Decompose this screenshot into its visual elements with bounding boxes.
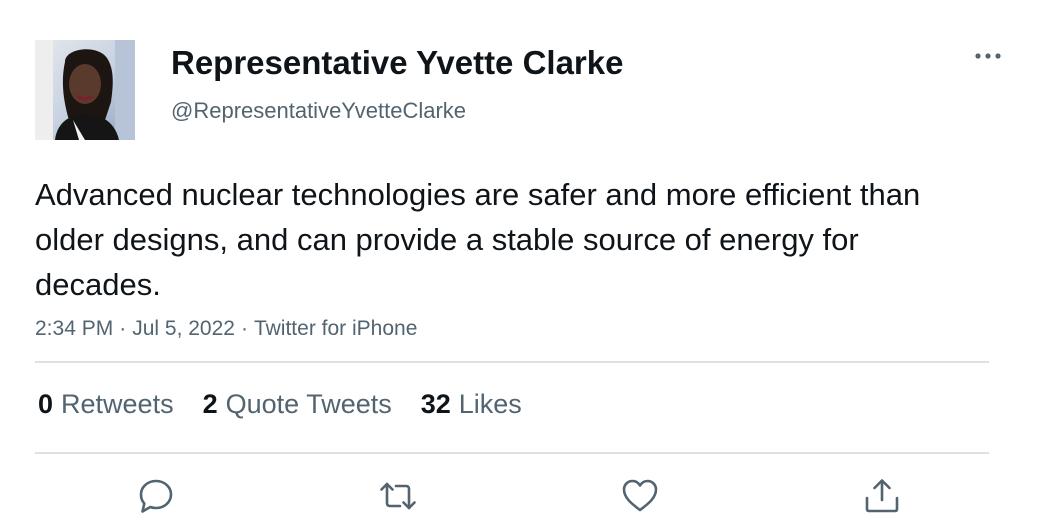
like-button[interactable]: [620, 476, 660, 516]
retweet-button[interactable]: [378, 476, 418, 516]
likes-count: 32: [420, 389, 451, 419]
retweet-icon: [380, 482, 416, 510]
quote-tweets-count: 2: [202, 389, 218, 419]
tweet-source[interactable]: Twitter for iPhone: [254, 317, 417, 340]
divider: [35, 361, 989, 363]
reply-button[interactable]: [136, 476, 176, 516]
retweets-count: 0: [38, 389, 54, 419]
meta-separator: ·: [119, 317, 127, 340]
display-name[interactable]: Representative Yvette Clarke: [171, 44, 623, 82]
avatar[interactable]: [35, 40, 135, 140]
divider: [35, 452, 989, 454]
likes-stat[interactable]: 32 Likes: [421, 387, 522, 421]
share-icon: [865, 479, 899, 513]
retweets-stat[interactable]: 0 Retweets: [38, 387, 174, 421]
user-handle[interactable]: @RepresentativeYvetteClarke: [171, 97, 466, 125]
more-icon: [975, 53, 1001, 59]
quote-tweets-label: Quote Tweets: [225, 389, 392, 419]
tweet-date[interactable]: Jul 5, 2022: [132, 317, 235, 340]
tweet-metadata: 2:34 PM · Jul 5, 2022 · Twitter for iPhone: [35, 315, 417, 343]
profile-photo: [35, 40, 135, 140]
engagement-stats: 0 Retweets 2 Quote Tweets 32 Likes: [38, 387, 551, 421]
tweet-text: Advanced nuclear technologies are safer …: [35, 177, 921, 302]
tweet-time[interactable]: 2:34 PM: [35, 317, 113, 340]
reply-icon: [139, 479, 173, 513]
more-options-button[interactable]: [968, 42, 1008, 70]
meta-separator: ·: [240, 317, 248, 340]
like-icon: [622, 479, 658, 512]
likes-label: Likes: [458, 389, 522, 419]
retweets-label: Retweets: [61, 389, 174, 419]
quote-tweets-stat[interactable]: 2 Quote Tweets: [203, 387, 392, 421]
share-button[interactable]: [862, 476, 902, 516]
